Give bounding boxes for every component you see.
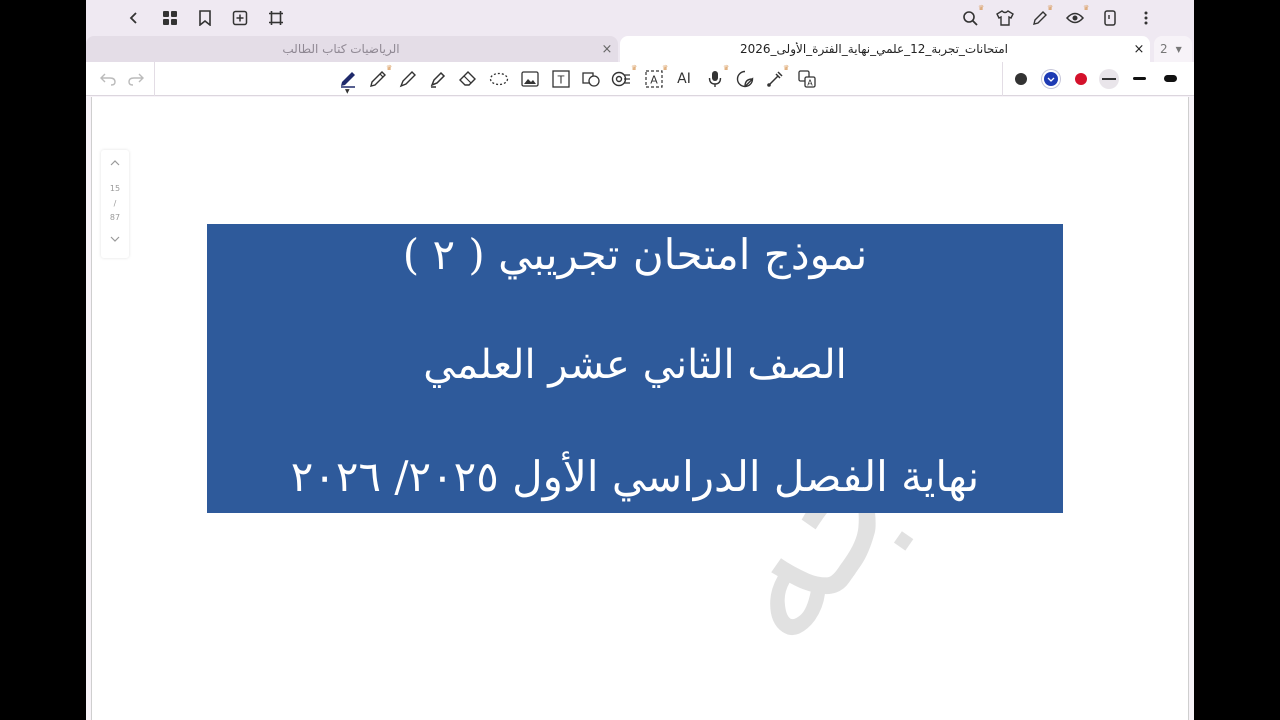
document-page[interactable]: 15 / 87 موجه نموذج امتحان تجريبي ( ٢ ) ا… (91, 97, 1189, 720)
lasso-tool-icon[interactable] (487, 67, 511, 91)
tab-inactive[interactable]: الرياضيات كتاب الطالب × (86, 36, 618, 62)
text-tool-label: T (557, 74, 565, 87)
svg-text:A: A (650, 74, 658, 87)
exam-title: نموذج امتحان تجريبي ( ٢ ) (402, 230, 868, 279)
bookmark-icon[interactable] (191, 4, 219, 32)
stroke-thick[interactable] (1164, 75, 1177, 82)
text-recognize-tool-icon[interactable]: A ♛ (642, 64, 669, 91)
fountain-pen-tool-icon[interactable] (396, 67, 420, 91)
premium-star-icon: ♛ (1083, 4, 1090, 12)
tab-title: امتحانات_تجربة_12_علمي_نهاية_الفترة_الأو… (740, 42, 1008, 56)
toolbar-divider (1002, 62, 1003, 96)
image-tool-icon[interactable] (518, 67, 542, 91)
premium-star-icon: ♛ (631, 64, 638, 72)
term-title: نهاية الفصل الدراسي الأول ٢٠٢٥/ ٢٠٢٦ (290, 452, 980, 501)
eraser-tool-icon[interactable] (456, 67, 480, 91)
tab-title: الرياضيات كتاب الطالب (282, 42, 400, 56)
tab-active[interactable]: امتحانات_تجربة_12_علمي_نهاية_الفترة_الأو… (620, 36, 1150, 62)
tshirt-icon[interactable] (991, 4, 1019, 32)
laser-pointer-icon[interactable]: ♛ (763, 64, 790, 91)
translate-tool-icon[interactable]: A (795, 67, 819, 91)
ai-tool-button[interactable]: AI (672, 67, 696, 91)
chevron-down-icon[interactable] (110, 236, 120, 242)
pen-edit-icon[interactable]: ♛ (1026, 4, 1054, 32)
stroke-medium[interactable] (1133, 77, 1146, 80)
shape-tool-icon[interactable] (579, 67, 603, 91)
highlighter-tool-icon[interactable] (426, 67, 450, 91)
phone-icon[interactable] (1096, 4, 1124, 32)
premium-star-icon: ♛ (662, 64, 669, 72)
color-swatch-red[interactable] (1075, 73, 1087, 85)
chevron-down-icon: ▼ (1175, 44, 1182, 54)
more-icon[interactable] (1132, 4, 1160, 32)
grid-icon[interactable] (156, 4, 184, 32)
svg-text:A: A (807, 79, 813, 88)
page-divider: / (113, 199, 117, 208)
microphone-icon[interactable]: ♛ (703, 64, 730, 91)
premium-star-icon: ♛ (978, 4, 985, 12)
tab-strip: الرياضيات كتاب الطالب × امتحانات_تجربة_1… (86, 36, 1194, 62)
top-bar: ♛ ♛ ♛ (86, 0, 1194, 36)
redo-icon[interactable] (124, 67, 148, 91)
crop-icon[interactable] (262, 4, 290, 32)
eye-icon[interactable]: ♛ (1061, 4, 1089, 32)
premium-star-icon: ♛ (783, 64, 790, 72)
text-tool-icon[interactable]: T (549, 67, 573, 91)
stroke-thin-selected[interactable] (1099, 69, 1119, 89)
undo-icon[interactable] (96, 67, 120, 91)
tab-close-button[interactable]: × (1128, 42, 1150, 57)
toolbar-divider (154, 62, 155, 96)
annotation-toolbar: ▼ ♛ T ♛ A ♛ AI ♛ ♛ A (86, 62, 1194, 96)
page-indicator[interactable]: 15 / 87 (101, 150, 129, 258)
color-swatch-blue-selected[interactable] (1044, 72, 1058, 86)
premium-star-icon: ♛ (386, 64, 393, 72)
dropdown-caret-icon: ▼ (345, 88, 350, 95)
color-swatch-dark-gray[interactable] (1015, 73, 1027, 85)
search-icon[interactable]: ♛ (956, 4, 984, 32)
ocr-tool-icon[interactable]: ♛ (609, 64, 637, 91)
premium-star-icon: ♛ (723, 64, 730, 72)
pdf-reader-app: ♛ ♛ ♛ الرياضيات كتاب الطالب × امتحانات_ت… (86, 0, 1194, 720)
current-page: 15 (109, 184, 121, 193)
title-banner: نموذج امتحان تجريبي ( ٢ ) الصف الثاني عش… (207, 224, 1063, 513)
tab-count: 2 (1160, 42, 1168, 56)
pencil-tool-icon[interactable]: ♛ (366, 64, 393, 91)
premium-star-icon: ♛ (1047, 4, 1054, 12)
total-pages: 87 (109, 213, 121, 222)
sticker-tool-icon[interactable] (733, 67, 757, 91)
grade-title: الصف الثاني عشر العلمي (423, 342, 847, 388)
back-icon[interactable] (120, 4, 148, 32)
tab-close-button[interactable]: × (596, 42, 618, 57)
tab-count-button[interactable]: 2 ▼ (1154, 36, 1192, 62)
add-page-icon[interactable] (226, 4, 254, 32)
chevron-up-icon[interactable] (110, 160, 120, 166)
pen-tool-icon[interactable]: ▼ (336, 67, 360, 95)
